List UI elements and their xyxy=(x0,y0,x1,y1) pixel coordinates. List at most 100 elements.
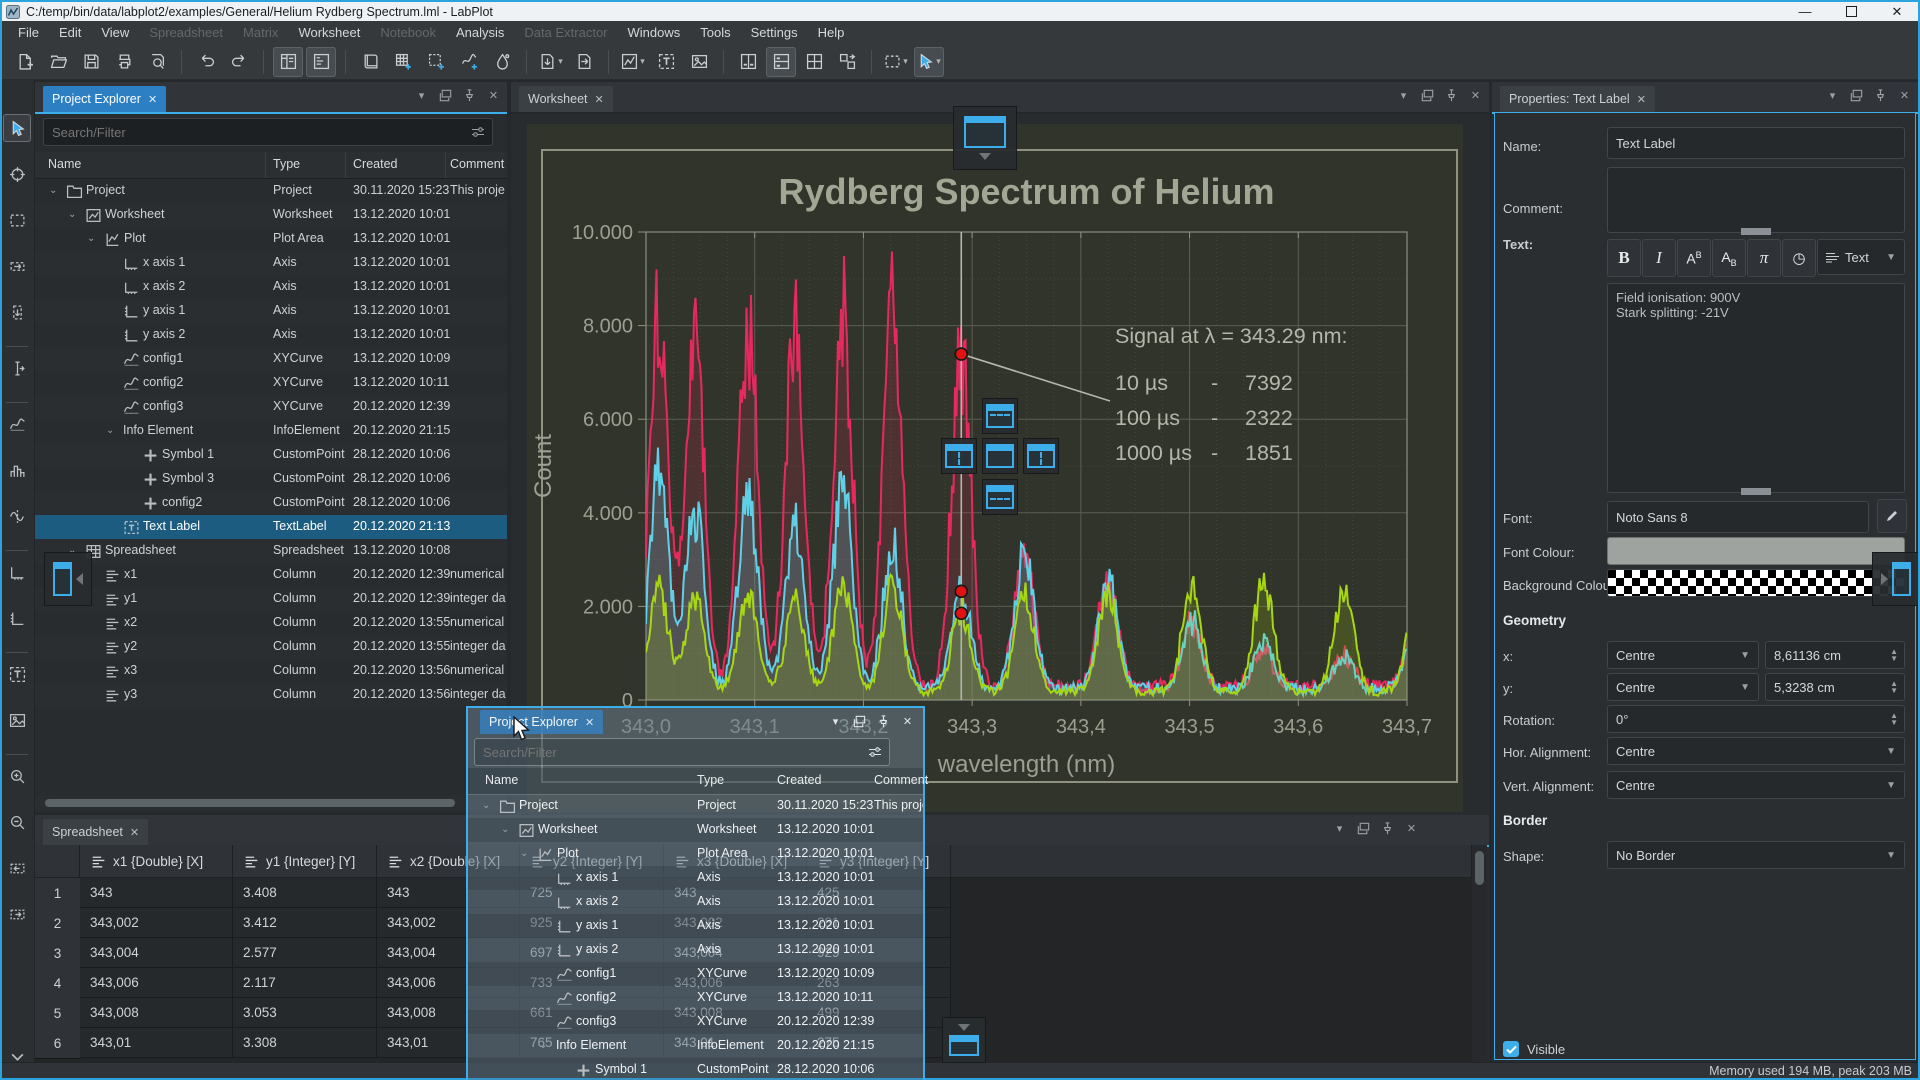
layout-grid-button[interactable] xyxy=(799,47,829,77)
add-text-label-tool-button[interactable] xyxy=(3,660,31,688)
tree-row-symbol-3[interactable]: Symbol 3CustomPoint28.12.2020 10:06 xyxy=(35,467,507,491)
format-subscript-button[interactable]: AB xyxy=(1712,239,1746,277)
menu-help[interactable]: Help xyxy=(808,23,855,42)
format-superscript-button[interactable]: AB xyxy=(1677,239,1711,277)
tree-row-y3[interactable]: y3Column20.12.2020 13:56integer da xyxy=(35,683,507,707)
text-editor[interactable]: Field ionisation: 900V Stark splitting: … xyxy=(1607,283,1905,493)
float-icon[interactable] xyxy=(852,714,867,729)
tree-row-worksheet[interactable]: ⌄WorksheetWorksheet13.12.2020 10:01 xyxy=(468,818,923,842)
filter-icon[interactable] xyxy=(868,745,882,759)
redo-button[interactable] xyxy=(224,47,254,77)
cell-r2-c1[interactable]: 343,002 xyxy=(80,908,233,938)
column-header-y1[interactable]: y1 {Integer} [Y] xyxy=(233,845,377,878)
pointer-mode-button[interactable]: ▾ xyxy=(914,47,944,77)
tree-row-plot[interactable]: ⌄PlotPlot Area13.12.2020 10:01 xyxy=(468,842,923,866)
close-icon[interactable]: ✕ xyxy=(1404,821,1419,836)
save-project-button[interactable] xyxy=(76,47,106,77)
row-number[interactable]: 3 xyxy=(35,938,81,969)
vertical-scrollbar[interactable] xyxy=(1472,845,1487,1062)
export-button[interactable] xyxy=(569,47,599,77)
cell-r5-c1[interactable]: 343,008 xyxy=(80,998,233,1028)
editor-resize-grip[interactable] xyxy=(1741,488,1771,495)
tree-row-config3[interactable]: config3XYCurve20.12.2020 12:39 xyxy=(468,1010,923,1034)
tab-spreadsheet[interactable]: Spreadsheet✕ xyxy=(43,819,148,845)
tree-row-plot[interactable]: ⌄PlotPlot Area13.12.2020 10:01 xyxy=(35,227,507,251)
column-header-x1[interactable]: x1 {Double} [X] xyxy=(80,845,233,878)
tab-floating-project-explorer[interactable]: Project Explorer✕ xyxy=(480,710,603,734)
expander-icon[interactable]: ⌄ xyxy=(68,209,76,220)
close-icon[interactable]: ✕ xyxy=(595,93,604,106)
tree-row-y-axis-1[interactable]: y axis 1Axis13.12.2020 10:01 xyxy=(468,914,923,938)
close-icon[interactable]: ✕ xyxy=(486,88,501,103)
menu-windows[interactable]: Windows xyxy=(618,23,691,42)
cell-r3-c1[interactable]: 343,004 xyxy=(80,938,233,968)
shift-right-tool-button[interactable] xyxy=(3,900,31,928)
search-input[interactable] xyxy=(475,745,868,760)
zoom-x-select-tool-button[interactable] xyxy=(3,252,31,280)
add-image-tool-button[interactable] xyxy=(3,706,31,734)
tree-row-text-label[interactable]: Text LabelTextLabel20.12.2020 21:13 xyxy=(35,515,507,539)
add-fit-tool-button[interactable] xyxy=(3,502,31,530)
add-histogram-tool-button[interactable] xyxy=(3,456,31,484)
add-image-button[interactable] xyxy=(684,47,714,77)
y-position-combo[interactable]: Centre▼ xyxy=(1607,673,1759,701)
hor-alignment-combo[interactable]: Centre▼ xyxy=(1607,737,1905,765)
row-number[interactable]: 6 xyxy=(35,1028,81,1059)
tree-row-x3[interactable]: x3Column20.12.2020 13:56numerical xyxy=(35,659,507,683)
tree-row-x2[interactable]: x2Column20.12.2020 13:55numerical xyxy=(35,611,507,635)
format-datetime-button[interactable]: ◷ xyxy=(1782,239,1816,277)
new-worksheet-button[interactable] xyxy=(454,47,484,77)
menu-view[interactable]: View xyxy=(91,23,139,42)
chevron-down-icon[interactable]: ▾ xyxy=(828,714,843,729)
zoom-out-tool-button[interactable] xyxy=(3,808,31,836)
float-icon[interactable] xyxy=(1420,88,1435,103)
close-icon[interactable]: ✕ xyxy=(148,93,157,106)
tree-row-symbol-1[interactable]: Symbol 1CustomPoint28.12.2020 10:06 xyxy=(35,443,507,467)
expander-icon[interactable]: ⌄ xyxy=(539,1040,547,1051)
dropdown-icon[interactable]: ▾ xyxy=(558,56,563,67)
cell-r1-c2[interactable]: 3.408 xyxy=(233,878,377,908)
cell-r1-c1[interactable]: 343 xyxy=(80,878,233,908)
tree-row-worksheet[interactable]: ⌄WorksheetWorksheet13.12.2020 10:01 xyxy=(35,203,507,227)
tree-row-y2[interactable]: y2Column20.12.2020 13:55integer da xyxy=(35,635,507,659)
toggle-project-explorer-button[interactable] xyxy=(273,47,303,77)
format-bold-button[interactable]: B xyxy=(1607,239,1641,277)
tree-row-y-axis-2[interactable]: y axis 2Axis13.12.2020 10:01 xyxy=(35,323,507,347)
tree-row-project[interactable]: ⌄ProjectProject30.11.2020 15:23This proj… xyxy=(468,794,923,818)
menu-tools[interactable]: Tools xyxy=(690,23,740,42)
rotation-spinbox[interactable]: 0°▲▼ xyxy=(1607,705,1905,733)
project-explorer-search[interactable] xyxy=(43,118,493,146)
menu-edit[interactable]: Edit xyxy=(49,23,91,42)
tree-row-spreadsheet[interactable]: ⌄SpreadsheetSpreadsheet13.12.2020 10:08 xyxy=(35,539,507,563)
cell-r4-c1[interactable]: 343,006 xyxy=(80,968,233,998)
background-colour-swatch[interactable] xyxy=(1607,569,1905,597)
close-button[interactable]: ✕ xyxy=(1874,2,1920,21)
chevron-down-icon[interactable]: ▾ xyxy=(414,88,429,103)
tree-row-config1[interactable]: config1XYCurve13.12.2020 10:09 xyxy=(468,962,923,986)
pin-icon[interactable] xyxy=(1873,88,1888,103)
tab-worksheet[interactable]: Worksheet✕ xyxy=(519,86,613,112)
tree-row-config2[interactable]: config2XYCurve13.12.2020 10:11 xyxy=(35,371,507,395)
new-project-button[interactable] xyxy=(10,47,40,77)
tree-header[interactable]: Name Type Created Comment xyxy=(35,152,507,179)
tree-row-x-axis-1[interactable]: x axis 1Axis13.12.2020 10:01 xyxy=(35,251,507,275)
float-icon[interactable] xyxy=(438,88,453,103)
x-offset-spinbox[interactable]: 8,61136 cm▲▼ xyxy=(1765,641,1905,669)
visible-checkbox[interactable] xyxy=(1503,1041,1519,1057)
search-input[interactable] xyxy=(44,125,471,140)
text-mode-combo[interactable]: Text▼ xyxy=(1817,239,1905,275)
layout-vertical-button[interactable] xyxy=(733,47,763,77)
tree-row-x-axis-2[interactable]: x axis 2Axis13.12.2020 10:01 xyxy=(35,275,507,299)
add-x-axis-tool-button[interactable] xyxy=(3,558,31,586)
expander-icon[interactable]: ⌄ xyxy=(87,233,95,244)
filter-icon[interactable] xyxy=(471,125,485,139)
new-workbook-button[interactable] xyxy=(355,47,385,77)
add-text-label-button[interactable] xyxy=(651,47,681,77)
pin-icon[interactable] xyxy=(1444,88,1459,103)
cell-r2-c2[interactable]: 3.412 xyxy=(233,908,377,938)
tree-row-config2[interactable]: config2CustomPoint28.12.2020 10:06 xyxy=(35,491,507,515)
zoom-select-tool-button[interactable] xyxy=(3,206,31,234)
expander-icon[interactable]: ⌄ xyxy=(106,425,114,436)
pin-icon[interactable] xyxy=(1380,821,1395,836)
tree-row-symbol-1[interactable]: Symbol 1CustomPoint28.12.2020 10:06 xyxy=(468,1058,923,1080)
